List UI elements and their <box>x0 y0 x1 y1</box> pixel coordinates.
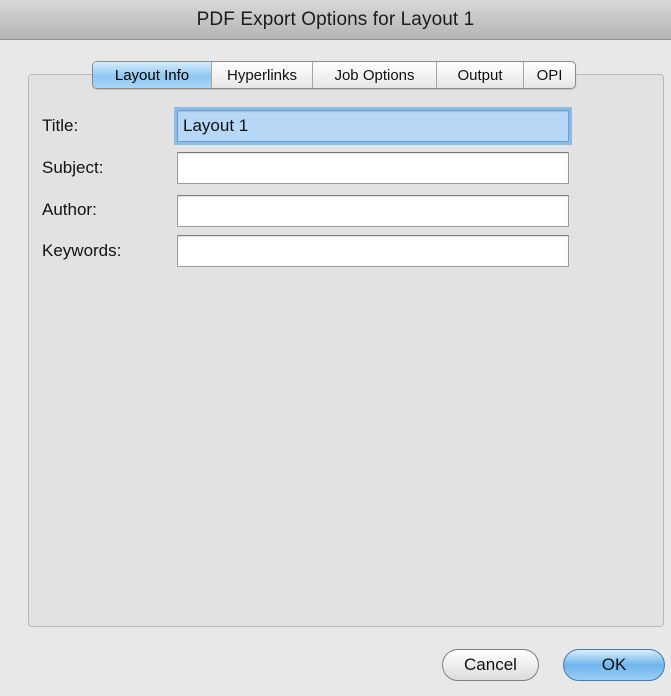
window-title: PDF Export Options for Layout 1 <box>196 8 475 30</box>
tab-job-options[interactable]: Job Options <box>312 62 436 88</box>
author-label: Author: <box>42 200 97 219</box>
tab-bar: Layout Info Hyperlinks Job Options Outpu… <box>92 61 576 89</box>
tab-output[interactable]: Output <box>436 62 523 88</box>
window-titlebar[interactable]: PDF Export Options for Layout 1 <box>0 0 671 40</box>
keywords-field[interactable] <box>177 235 569 267</box>
title-label: Title: <box>42 116 79 135</box>
tab-layout-info[interactable]: Layout Info <box>93 62 211 88</box>
author-field[interactable] <box>177 195 569 227</box>
tab-hyperlinks[interactable]: Hyperlinks <box>211 62 312 88</box>
subject-field[interactable] <box>177 152 569 184</box>
ok-button[interactable]: OK <box>563 649 665 681</box>
subject-label: Subject: <box>42 158 104 177</box>
keywords-label: Keywords: <box>42 241 122 260</box>
tab-opi[interactable]: OPI <box>523 62 575 88</box>
cancel-button[interactable]: Cancel <box>442 649 539 681</box>
title-field[interactable] <box>177 110 569 142</box>
